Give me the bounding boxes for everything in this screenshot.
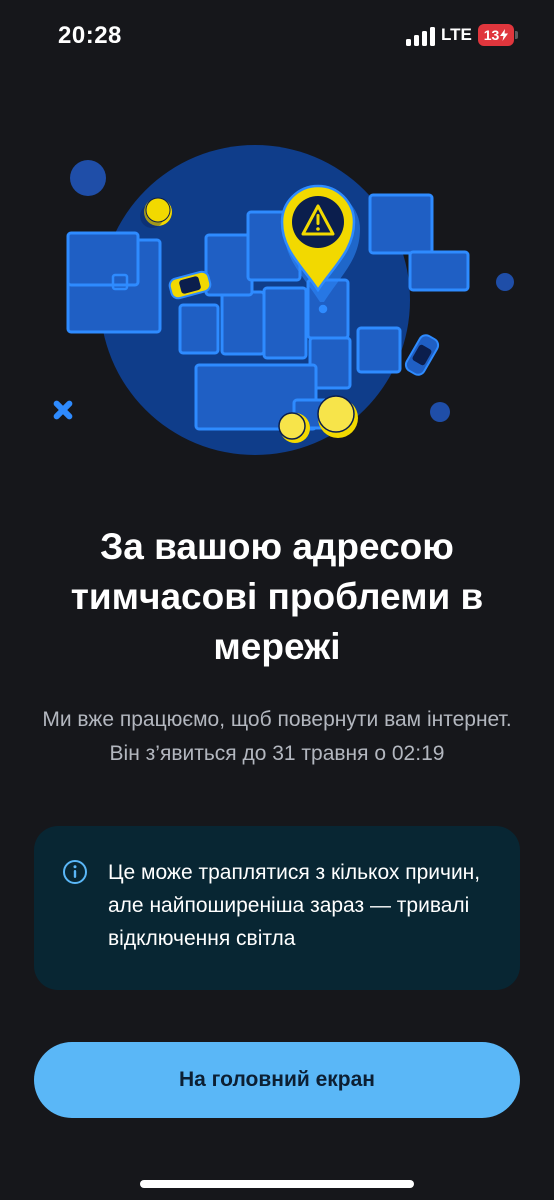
page-title: За вашою адресою тимчасові проблеми в ме… bbox=[70, 526, 484, 667]
info-card-text: Це може траплятися з кількох причин, але… bbox=[108, 861, 481, 950]
network-problem-illustration bbox=[53, 145, 514, 455]
home-indicator[interactable] bbox=[140, 1180, 414, 1188]
status-bar: 20:28 LTE 13 bbox=[0, 0, 554, 76]
info-card: Це може траплятися з кількох причин, але… bbox=[34, 826, 520, 990]
charging-bolt-icon bbox=[500, 29, 509, 41]
status-time: 20:28 bbox=[58, 22, 122, 49]
home-screen-button-label: На головний екран bbox=[179, 1068, 375, 1091]
decor-dot bbox=[430, 402, 450, 422]
page-description: Ми вже працюємо, щоб повернути вам інтер… bbox=[42, 708, 512, 765]
info-icon bbox=[63, 860, 87, 884]
car-icon bbox=[404, 334, 440, 376]
cellular-signal-icon bbox=[406, 27, 435, 46]
decor-dot bbox=[496, 273, 514, 291]
battery-tip bbox=[515, 31, 518, 39]
battery-icon: 13 bbox=[478, 24, 514, 46]
home-screen-button[interactable]: На головний екран bbox=[34, 1042, 520, 1118]
network-type: LTE bbox=[441, 25, 472, 44]
sparkle-icon bbox=[53, 400, 73, 420]
battery-level: 13 bbox=[483, 27, 500, 43]
decor-dot bbox=[70, 160, 106, 196]
